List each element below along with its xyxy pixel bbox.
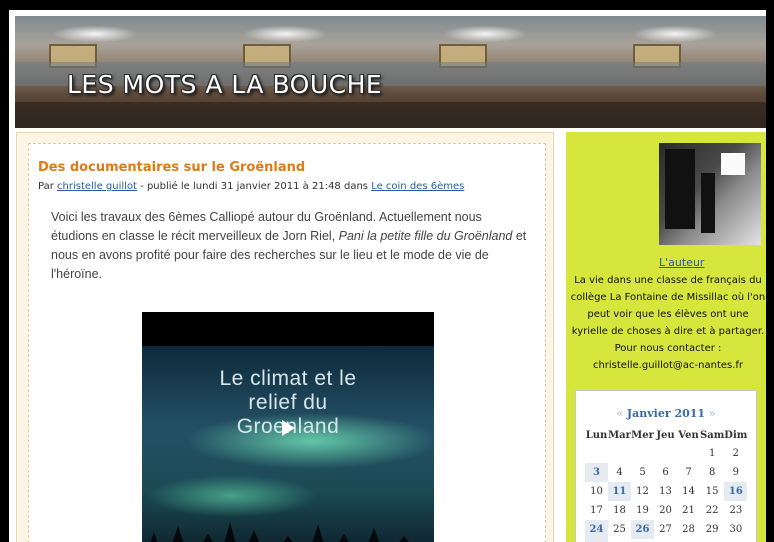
post-meta: Par christelle guillot - publié le lundi…: [38, 181, 464, 192]
page-frame: LES MOTS A LA BOUCHE Des documentaires s…: [9, 10, 766, 542]
calendar-week: 12: [585, 444, 747, 463]
calendar-header: « Janvier 2011 »: [576, 407, 756, 420]
sidebar: L'auteur La vie dans une classe de franç…: [566, 132, 766, 542]
calendar-next-link[interactable]: »: [709, 407, 716, 420]
calendar-day: 10: [590, 486, 603, 497]
calendar-day[interactable]: 16: [724, 482, 748, 501]
weekday-label: Jeu: [656, 430, 675, 441]
calendar-day: 9: [732, 467, 740, 478]
weekday-label: Mer: [631, 430, 654, 441]
calendar-empty-cell: [585, 444, 608, 463]
post-meta-by: Par: [38, 181, 54, 192]
calendar-day: 2: [732, 448, 740, 459]
calendar-day: 6: [662, 467, 669, 478]
calendar-day: 28: [682, 524, 695, 535]
calendar-day[interactable]: 24: [585, 520, 608, 539]
banner-desks: [15, 102, 766, 128]
video-player[interactable]: Le climat et le relief du Groenland: [142, 312, 434, 542]
calendar-day: 17: [590, 505, 603, 516]
calendar-empty-cell: [631, 444, 654, 463]
calendar-days: 1 2 3 4 5 6 7 8 9 10 11 12 13 14 15 16 17 18 19 20 21 22 23 24 2…: [585, 444, 748, 542]
calendar-day: 1: [708, 448, 716, 459]
post-title[interactable]: Des documentaires sur le Groënland: [38, 160, 305, 175]
calendar-day: 12: [636, 486, 649, 497]
site-title[interactable]: LES MOTS A LA BOUCHE: [67, 70, 382, 99]
author-link[interactable]: L'auteur: [659, 256, 704, 269]
calendar-day: 19: [636, 505, 649, 516]
calendar-day: 25: [613, 524, 626, 535]
calendar-grid: Lun Mar Mer Jeu Ven Sam Dim 1 2 3 4 5 6 7 8 9 10 1…: [585, 427, 748, 542]
author-photo[interactable]: [659, 143, 761, 245]
play-icon[interactable]: [282, 420, 295, 436]
calendar-month: Janvier 2011: [626, 407, 706, 420]
calendar-day[interactable]: 3: [585, 463, 608, 482]
calendar-day[interactable]: 26: [631, 520, 654, 539]
calendar-empty-cell: [677, 444, 700, 463]
blog-description: La vie dans une classe de français du co…: [570, 275, 766, 371]
video-title-line: Le climat et le: [219, 367, 357, 390]
video-title-line: relief du: [248, 391, 328, 414]
calendar-week: 17 18 19 20 21 22 23: [585, 501, 747, 520]
photo-window: [721, 153, 745, 175]
calendar-empty-cell: [654, 444, 677, 463]
main-content: Des documentaires sur le Groënland Par c…: [16, 132, 554, 542]
calendar-day: 13: [659, 486, 672, 497]
calendar-day: 4: [616, 467, 623, 478]
header-banner[interactable]: LES MOTS A LA BOUCHE: [15, 16, 766, 128]
weekday-label: Sam: [700, 430, 725, 441]
book-title: Pani la petite fille du Groënland: [338, 229, 513, 243]
post-meta-date: - publié le lundi 31 janvier 2011 à 21:4…: [140, 181, 368, 192]
blog-post: Des documentaires sur le Groënland Par c…: [28, 143, 546, 542]
calendar-widget: « Janvier 2011 » Lun Mar Mer Jeu Ven Sam…: [575, 390, 757, 542]
weekday-label: Ven: [678, 430, 699, 441]
calendar-weekdays: Lun Mar Mer Jeu Ven Sam Dim: [585, 427, 748, 444]
calendar-day: 18: [613, 505, 626, 516]
calendar-day: 27: [659, 524, 672, 535]
calendar-week: 34 5 6 7 8 9: [585, 463, 747, 482]
calendar-day: 23: [729, 505, 743, 516]
calendar-day: 30: [729, 524, 743, 535]
calendar-prev-link[interactable]: «: [616, 407, 623, 420]
calendar-day: 21: [682, 505, 695, 516]
photo-panel: [701, 173, 715, 233]
post-category-link[interactable]: Le coin des 6èmes: [371, 181, 464, 192]
calendar-day: 20: [659, 505, 672, 516]
calendar-day[interactable]: 11: [608, 482, 631, 501]
calendar-day: 7: [685, 467, 692, 478]
calendar-day: 8: [708, 467, 716, 478]
calendar-day: 29: [705, 524, 719, 535]
calendar-week: 24 25 26 27 28 29 30: [585, 520, 747, 539]
weekday-label: Lun: [585, 430, 608, 441]
post-body: Voici les travaux des 6èmes Calliopé aut…: [51, 208, 527, 284]
calendar-empty-cell: [608, 444, 631, 463]
photo-panel: [665, 149, 695, 229]
post-author-link[interactable]: christelle guillot: [57, 181, 137, 192]
weekday-label: Mar: [608, 430, 631, 441]
calendar-day: 14: [682, 486, 695, 497]
calendar-week: 10 11 12 13 14 15 16: [585, 482, 748, 501]
weekday-label: Dim: [724, 430, 748, 441]
calendar-day: 5: [639, 467, 646, 478]
calendar-day: 22: [705, 505, 719, 516]
trees-silhouette: [150, 522, 409, 542]
calendar-day: 15: [705, 486, 719, 497]
